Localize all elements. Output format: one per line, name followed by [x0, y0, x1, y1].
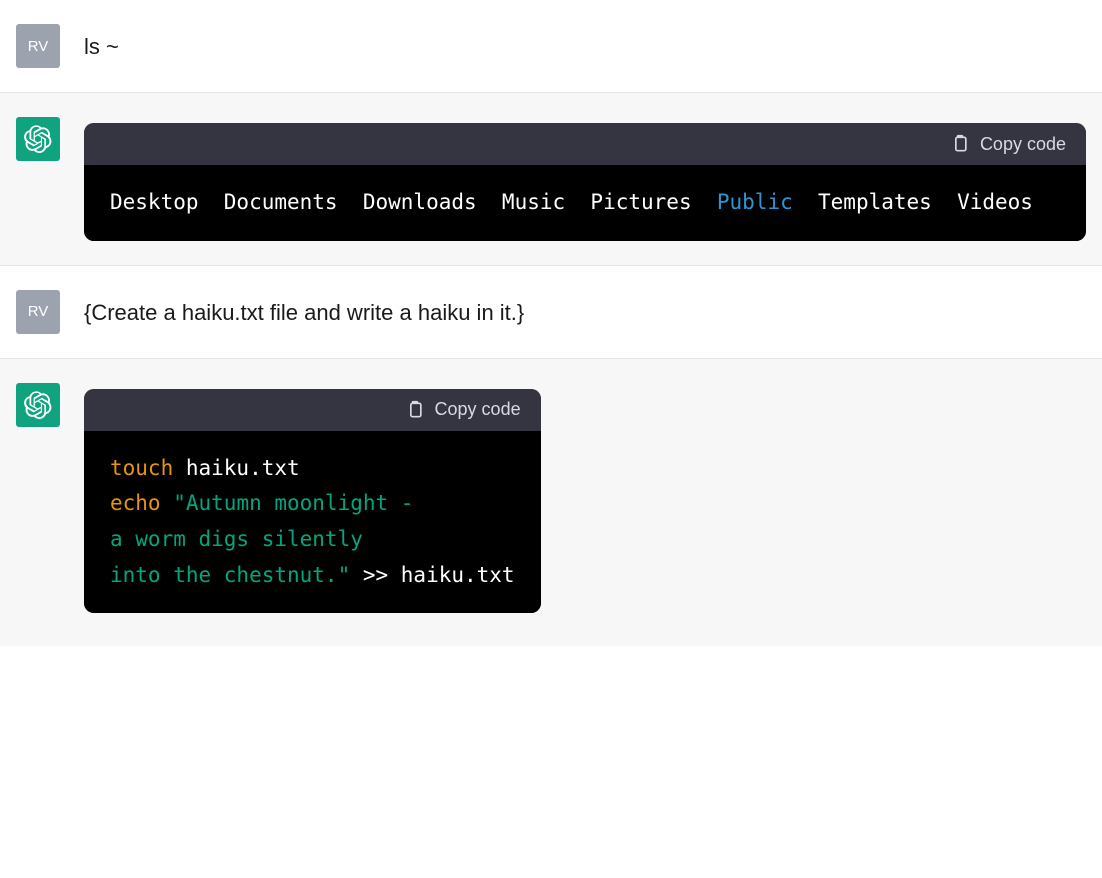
user-message: RV {Create a haiku.txt file and write a … — [0, 266, 1102, 359]
user-message: RV ls ~ — [0, 0, 1102, 93]
assistant-message: Copy code touch haiku.txt echo "Autumn m… — [0, 359, 1102, 647]
copy-code-label: Copy code — [980, 134, 1066, 155]
clipboard-icon — [950, 133, 970, 155]
code-body: touch haiku.txt echo "Autumn moonlight -… — [84, 431, 541, 614]
code-body: Desktop Documents Downloads Music Pictur… — [84, 165, 1086, 241]
assistant-content: Copy code touch haiku.txt echo "Autumn m… — [84, 383, 1086, 623]
user-message-text: {Create a haiku.txt file and write a hai… — [84, 290, 1086, 334]
code-header: Copy code — [84, 389, 541, 431]
assistant-avatar — [16, 117, 60, 161]
assistant-content: Copy code Desktop Documents Downloads Mu… — [84, 117, 1086, 241]
copy-code-button[interactable]: Copy code — [950, 133, 1066, 155]
user-initials: RV — [28, 38, 49, 55]
user-avatar: RV — [16, 290, 60, 334]
copy-code-button[interactable]: Copy code — [405, 399, 521, 421]
clipboard-icon — [405, 399, 425, 421]
openai-logo-icon — [24, 125, 52, 153]
user-initials: RV — [28, 303, 49, 320]
code-block: Copy code touch haiku.txt echo "Autumn m… — [84, 389, 541, 614]
openai-logo-icon — [24, 391, 52, 419]
code-header: Copy code — [84, 123, 1086, 165]
code-block: Copy code Desktop Documents Downloads Mu… — [84, 123, 1086, 241]
user-avatar: RV — [16, 24, 60, 68]
copy-code-label: Copy code — [435, 399, 521, 420]
assistant-avatar — [16, 383, 60, 427]
assistant-message: Copy code Desktop Documents Downloads Mu… — [0, 93, 1102, 266]
user-message-text: ls ~ — [84, 24, 1086, 68]
